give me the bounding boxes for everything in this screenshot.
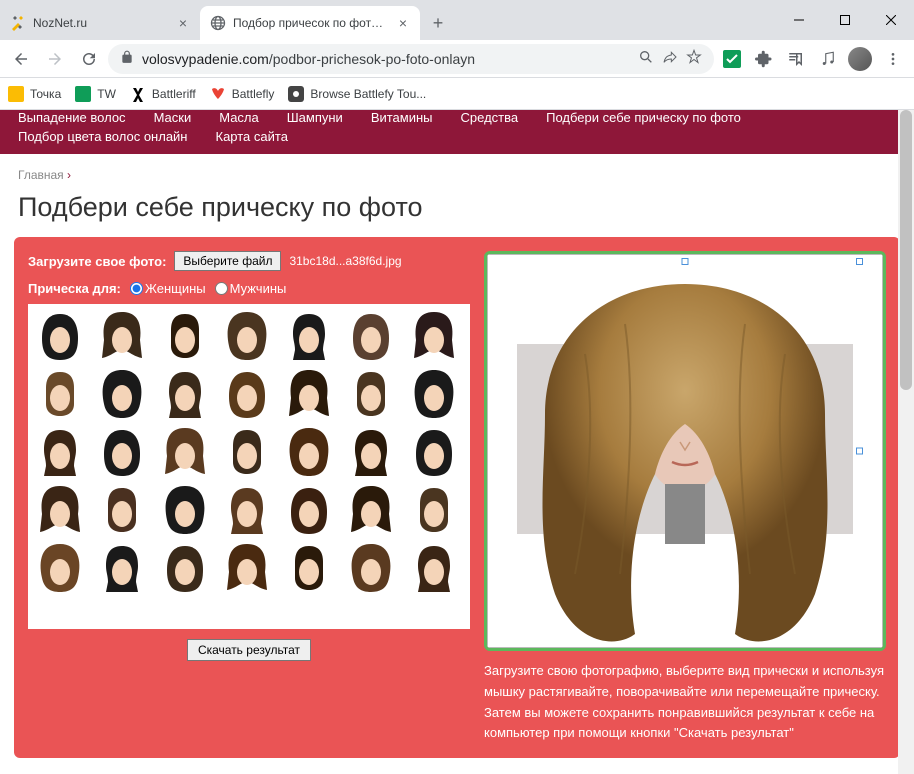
- preview-canvas[interactable]: [484, 251, 886, 651]
- star-icon[interactable]: [686, 49, 702, 68]
- hairstyle-gallery[interactable]: [28, 304, 470, 629]
- close-window-button[interactable]: [868, 0, 914, 40]
- chevron-right-icon: ›: [67, 168, 71, 182]
- hairstyle-thumbnail[interactable]: [157, 482, 213, 538]
- download-button[interactable]: Скачать результат: [187, 639, 311, 661]
- hairstyle-thumbnail[interactable]: [219, 540, 275, 596]
- hairstyle-thumbnail[interactable]: [281, 482, 337, 538]
- reading-list-icon[interactable]: [782, 45, 810, 73]
- music-icon[interactable]: [814, 45, 842, 73]
- page-title: Подбери себе прическу по фото: [0, 188, 914, 237]
- url-text: volosvypadenie.com/podbor-prichesok-po-f…: [142, 51, 630, 67]
- hairstyle-thumbnail[interactable]: [32, 424, 88, 480]
- filename-text: 31bc18d...a38f6d.jpg: [289, 254, 401, 268]
- hairstyle-thumbnail[interactable]: [406, 424, 462, 480]
- browser-tab[interactable]: NozNet.ru ×: [0, 6, 200, 40]
- close-icon[interactable]: ×: [396, 16, 410, 30]
- hairstyle-thumbnail[interactable]: [219, 424, 275, 480]
- hairstyle-widget: Загрузите свое фото: Выберите файл 31bc1…: [14, 237, 900, 758]
- site-nav: Выпадение волосМаскиМаслаШампуниВитамины…: [0, 110, 914, 154]
- hairstyle-thumbnail[interactable]: [32, 366, 88, 422]
- profile-avatar[interactable]: [846, 45, 874, 73]
- close-icon[interactable]: ×: [176, 16, 190, 30]
- hairstyle-thumbnail[interactable]: [94, 308, 150, 364]
- bookmark-item[interactable]: Battleriff: [130, 86, 196, 102]
- hairstyle-thumbnail[interactable]: [281, 540, 337, 596]
- hairstyle-thumbnail[interactable]: [32, 308, 88, 364]
- extension-checkmark-icon[interactable]: [718, 45, 746, 73]
- share-icon[interactable]: [662, 49, 678, 68]
- resize-handle[interactable]: [856, 258, 863, 265]
- back-button[interactable]: [6, 44, 36, 74]
- hairstyle-thumbnail[interactable]: [281, 424, 337, 480]
- hairstyle-thumbnail[interactable]: [281, 366, 337, 422]
- hairstyle-thumbnail[interactable]: [343, 540, 399, 596]
- bookmark-item[interactable]: Browse Battlefy Tou...: [288, 86, 426, 102]
- hairstyle-thumbnail[interactable]: [157, 540, 213, 596]
- gender-label: Прическа для:: [28, 281, 121, 296]
- hairstyle-thumbnail[interactable]: [157, 308, 213, 364]
- hairstyle-thumbnail[interactable]: [219, 482, 275, 538]
- hairstyle-thumbnail[interactable]: [343, 366, 399, 422]
- radio-male[interactable]: Мужчины: [209, 281, 287, 296]
- extensions-icon[interactable]: [750, 45, 778, 73]
- resize-handle[interactable]: [856, 448, 863, 455]
- new-tab-button[interactable]: +: [424, 9, 452, 37]
- radio-female[interactable]: Женщины: [124, 281, 206, 296]
- hairstyle-thumbnail[interactable]: [343, 424, 399, 480]
- hairstyle-thumbnail[interactable]: [219, 308, 275, 364]
- page-scrollbar[interactable]: [898, 110, 914, 774]
- search-icon[interactable]: [638, 49, 654, 68]
- minimize-button[interactable]: [776, 0, 822, 40]
- forward-button[interactable]: [40, 44, 70, 74]
- hairstyle-thumbnail[interactable]: [406, 482, 462, 538]
- globe-icon: [210, 15, 226, 31]
- maximize-button[interactable]: [822, 0, 868, 40]
- tools-icon: [10, 15, 26, 31]
- hairstyle-thumbnail[interactable]: [406, 366, 462, 422]
- hairstyle-thumbnail[interactable]: [94, 424, 150, 480]
- hairstyle-thumbnail[interactable]: [281, 308, 337, 364]
- hairstyle-thumbnail[interactable]: [406, 308, 462, 364]
- bookmark-item[interactable]: TW: [75, 86, 116, 102]
- page-content: Выпадение волосМаскиМаслаШампуниВитамины…: [0, 110, 914, 774]
- browser-tab-active[interactable]: Подбор причесок по фото онла ×: [200, 6, 420, 40]
- hairstyle-thumbnail[interactable]: [94, 482, 150, 538]
- hairstyle-thumbnail[interactable]: [343, 482, 399, 538]
- hairstyle-thumbnail[interactable]: [157, 424, 213, 480]
- bookmarks-bar: Точка TW Battleriff Battlefly Browse Bat…: [0, 78, 914, 110]
- browser-toolbar: volosvypadenie.com/podbor-prichesok-po-f…: [0, 40, 914, 78]
- reload-button[interactable]: [74, 44, 104, 74]
- hairstyle-thumbnail[interactable]: [32, 482, 88, 538]
- choose-file-button[interactable]: Выберите файл: [174, 251, 281, 271]
- hairstyle-thumbnail[interactable]: [343, 308, 399, 364]
- hairstyle-thumbnail[interactable]: [94, 366, 150, 422]
- instructions-text: Загрузите свою фотографию, выберите вид …: [484, 661, 886, 744]
- bookmark-item[interactable]: Battlefly: [210, 86, 275, 102]
- hairstyle-overlay[interactable]: [505, 274, 865, 651]
- address-bar[interactable]: volosvypadenie.com/podbor-prichesok-po-f…: [108, 44, 714, 74]
- hairstyle-thumbnail[interactable]: [157, 366, 213, 422]
- breadcrumb: Главная ›: [0, 154, 914, 188]
- hairstyle-thumbnail[interactable]: [406, 540, 462, 596]
- tab-title: NozNet.ru: [33, 16, 169, 30]
- bookmark-item[interactable]: Точка: [8, 86, 61, 102]
- menu-button[interactable]: [878, 44, 908, 74]
- hairstyle-thumbnail[interactable]: [94, 540, 150, 596]
- upload-label: Загрузите свое фото:: [28, 254, 166, 269]
- tab-title: Подбор причесок по фото онла: [233, 16, 389, 30]
- window-titlebar: NozNet.ru × Подбор причесок по фото онла…: [0, 0, 914, 40]
- hairstyle-thumbnail[interactable]: [219, 366, 275, 422]
- hairstyle-thumbnail[interactable]: [32, 540, 88, 596]
- resize-handle[interactable]: [682, 258, 689, 265]
- lock-icon: [120, 50, 134, 67]
